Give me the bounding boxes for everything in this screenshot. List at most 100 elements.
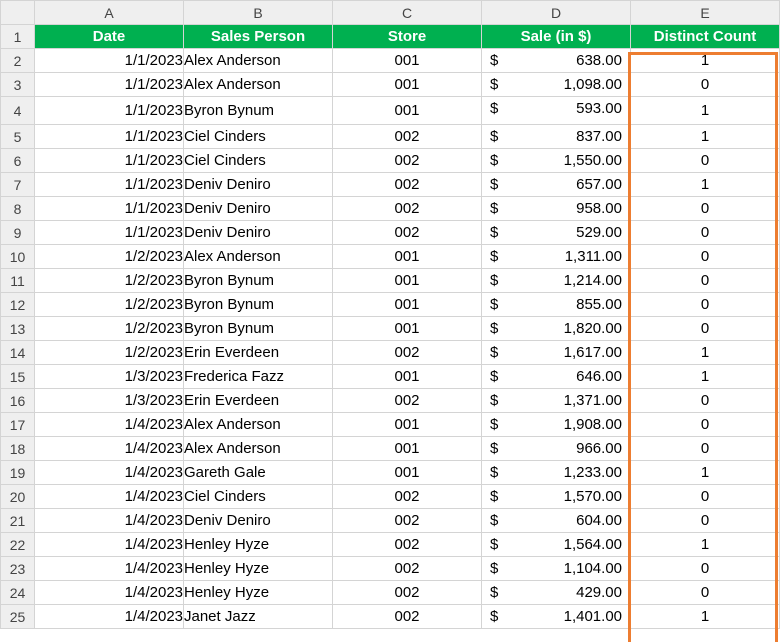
distinct-count-cell[interactable]: 0	[630, 580, 780, 605]
sales-person-cell[interactable]: Erin Everdeen	[183, 340, 333, 365]
store-cell[interactable]: 001	[332, 244, 482, 269]
row-number[interactable]: 1	[0, 24, 35, 49]
row-number[interactable]: 20	[0, 484, 35, 509]
header-sale[interactable]: Sale (in $)	[481, 24, 631, 49]
distinct-count-cell[interactable]: 0	[630, 292, 780, 317]
row-number[interactable]: 5	[0, 124, 35, 149]
column-header-a[interactable]: A	[34, 0, 184, 25]
sale-cell[interactable]: $1,564.00	[481, 532, 631, 557]
date-cell[interactable]: 1/1/2023	[34, 72, 184, 97]
sale-cell[interactable]: $1,104.00	[481, 556, 631, 581]
sales-person-cell[interactable]: Alex Anderson	[183, 72, 333, 97]
distinct-count-cell[interactable]: 0	[630, 244, 780, 269]
row-number[interactable]: 2	[0, 48, 35, 73]
distinct-count-cell[interactable]: 1	[630, 460, 780, 485]
row-number[interactable]: 6	[0, 148, 35, 173]
row-number[interactable]: 3	[0, 72, 35, 97]
sales-person-cell[interactable]: Byron Bynum	[183, 96, 333, 125]
sales-person-cell[interactable]: Ciel Cinders	[183, 124, 333, 149]
store-cell[interactable]: 002	[332, 220, 482, 245]
column-header-d[interactable]: D	[481, 0, 631, 25]
store-cell[interactable]: 001	[332, 460, 482, 485]
sale-cell[interactable]: $1,311.00	[481, 244, 631, 269]
distinct-count-cell[interactable]: 1	[630, 340, 780, 365]
sale-cell[interactable]: $966.00	[481, 436, 631, 461]
row-number[interactable]: 7	[0, 172, 35, 197]
sale-cell[interactable]: $1,233.00	[481, 460, 631, 485]
date-cell[interactable]: 1/1/2023	[34, 220, 184, 245]
row-number[interactable]: 9	[0, 220, 35, 245]
store-cell[interactable]: 002	[332, 604, 482, 629]
date-cell[interactable]: 1/1/2023	[34, 48, 184, 73]
distinct-count-cell[interactable]: 1	[630, 604, 780, 629]
date-cell[interactable]: 1/4/2023	[34, 532, 184, 557]
date-cell[interactable]: 1/4/2023	[34, 436, 184, 461]
sales-person-cell[interactable]: Byron Bynum	[183, 316, 333, 341]
sale-cell[interactable]: $855.00	[481, 292, 631, 317]
sales-person-cell[interactable]: Alex Anderson	[183, 244, 333, 269]
row-number[interactable]: 23	[0, 556, 35, 581]
date-cell[interactable]: 1/3/2023	[34, 388, 184, 413]
sales-person-cell[interactable]: Deniv Deniro	[183, 196, 333, 221]
store-cell[interactable]: 002	[332, 556, 482, 581]
distinct-count-cell[interactable]: 0	[630, 316, 780, 341]
sales-person-cell[interactable]: Ciel Cinders	[183, 148, 333, 173]
distinct-count-cell[interactable]: 0	[630, 196, 780, 221]
store-cell[interactable]: 002	[332, 196, 482, 221]
row-number[interactable]: 17	[0, 412, 35, 437]
sales-person-cell[interactable]: Gareth Gale	[183, 460, 333, 485]
sale-cell[interactable]: $646.00	[481, 364, 631, 389]
row-number[interactable]: 4	[0, 96, 35, 125]
sales-person-cell[interactable]: Ciel Cinders	[183, 484, 333, 509]
distinct-count-cell[interactable]: 0	[630, 388, 780, 413]
column-header-b[interactable]: B	[183, 0, 333, 25]
row-number[interactable]: 13	[0, 316, 35, 341]
row-number[interactable]: 21	[0, 508, 35, 533]
header-store[interactable]: Store	[332, 24, 482, 49]
row-number[interactable]: 19	[0, 460, 35, 485]
column-header-c[interactable]: C	[332, 0, 482, 25]
store-cell[interactable]: 001	[332, 72, 482, 97]
sale-cell[interactable]: $1,098.00	[481, 72, 631, 97]
store-cell[interactable]: 002	[332, 172, 482, 197]
sales-person-cell[interactable]: Deniv Deniro	[183, 172, 333, 197]
row-number[interactable]: 10	[0, 244, 35, 269]
distinct-count-cell[interactable]: 0	[630, 268, 780, 293]
sales-person-cell[interactable]: Alex Anderson	[183, 412, 333, 437]
store-cell[interactable]: 002	[332, 388, 482, 413]
sales-person-cell[interactable]: Byron Bynum	[183, 268, 333, 293]
sale-cell[interactable]: $1,908.00	[481, 412, 631, 437]
row-number[interactable]: 24	[0, 580, 35, 605]
store-cell[interactable]: 001	[332, 364, 482, 389]
distinct-count-cell[interactable]: 0	[630, 72, 780, 97]
date-cell[interactable]: 1/2/2023	[34, 244, 184, 269]
store-cell[interactable]: 001	[332, 292, 482, 317]
sales-person-cell[interactable]: Alex Anderson	[183, 48, 333, 73]
sale-cell[interactable]: $1,214.00	[481, 268, 631, 293]
sale-cell[interactable]: $593.00	[481, 96, 631, 125]
store-cell[interactable]: 001	[332, 48, 482, 73]
sale-cell[interactable]: $638.00	[481, 48, 631, 73]
date-cell[interactable]: 1/2/2023	[34, 268, 184, 293]
store-cell[interactable]: 001	[332, 268, 482, 293]
row-number[interactable]: 18	[0, 436, 35, 461]
distinct-count-cell[interactable]: 0	[630, 436, 780, 461]
column-header-e[interactable]: E	[630, 0, 780, 25]
date-cell[interactable]: 1/4/2023	[34, 580, 184, 605]
date-cell[interactable]: 1/4/2023	[34, 484, 184, 509]
row-number[interactable]: 15	[0, 364, 35, 389]
distinct-count-cell[interactable]: 0	[630, 508, 780, 533]
sales-person-cell[interactable]: Alex Anderson	[183, 436, 333, 461]
date-cell[interactable]: 1/4/2023	[34, 604, 184, 629]
date-cell[interactable]: 1/3/2023	[34, 364, 184, 389]
date-cell[interactable]: 1/1/2023	[34, 96, 184, 125]
date-cell[interactable]: 1/4/2023	[34, 460, 184, 485]
sale-cell[interactable]: $1,401.00	[481, 604, 631, 629]
sale-cell[interactable]: $529.00	[481, 220, 631, 245]
distinct-count-cell[interactable]: 1	[630, 96, 780, 125]
sales-person-cell[interactable]: Erin Everdeen	[183, 388, 333, 413]
sale-cell[interactable]: $1,617.00	[481, 340, 631, 365]
distinct-count-cell[interactable]: 0	[630, 220, 780, 245]
row-number[interactable]: 12	[0, 292, 35, 317]
distinct-count-cell[interactable]: 0	[630, 484, 780, 509]
